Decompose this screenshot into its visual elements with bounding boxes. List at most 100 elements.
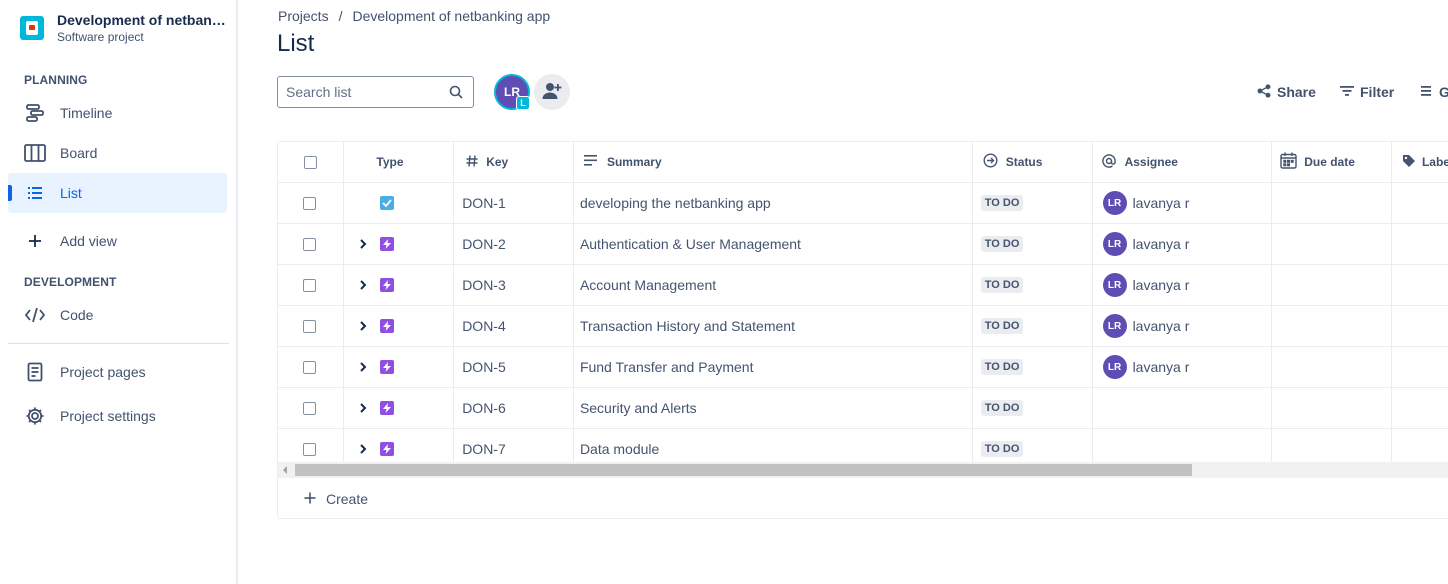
assignee-cell[interactable]: LR lavanya r xyxy=(1092,346,1273,388)
status-cell[interactable]: TO DO xyxy=(972,387,1093,429)
row-checkbox[interactable] xyxy=(303,196,316,210)
due-date-cell[interactable] xyxy=(1271,182,1392,224)
assignee-cell[interactable] xyxy=(1092,387,1273,429)
status-cell[interactable]: TO DO xyxy=(972,305,1093,347)
header-summary[interactable]: Summary xyxy=(573,142,973,183)
row-checkbox[interactable] xyxy=(303,278,316,292)
issue-key[interactable]: DON-6 xyxy=(462,400,506,416)
table-row[interactable]: DON-1 developing the netbanking app TO DO L… xyxy=(278,182,1448,224)
horizontal-scrollbar[interactable] xyxy=(278,462,1448,478)
status-cell[interactable]: TO DO xyxy=(972,223,1093,265)
assignee-cell[interactable]: LR lavanya r xyxy=(1092,305,1273,347)
header-key[interactable]: Key xyxy=(453,142,574,183)
filter-button[interactable]: Filter xyxy=(1340,82,1394,102)
table-row[interactable]: DON-5 Fund Transfer and Payment TO DO LR lav… xyxy=(278,346,1448,388)
expand-chevron-icon[interactable] xyxy=(356,442,370,456)
summary-cell[interactable]: Authentication & User Management xyxy=(573,223,973,265)
assignee-cell[interactable]: LR lavanya r xyxy=(1092,223,1273,265)
table-row[interactable]: DON-4 Transaction History and Statement TO… xyxy=(278,305,1448,347)
labels-cell[interactable] xyxy=(1391,346,1448,388)
issue-key[interactable]: DON-7 xyxy=(462,441,506,457)
due-date-cell[interactable] xyxy=(1271,305,1392,347)
search-icon[interactable] xyxy=(449,85,463,102)
summary-cell[interactable]: Security and Alerts xyxy=(573,387,973,429)
status-badge[interactable]: TO DO xyxy=(980,236,1024,252)
share-button[interactable]: Share xyxy=(1257,82,1316,102)
search-input[interactable] xyxy=(286,84,436,100)
key-cell[interactable]: DON-2 xyxy=(453,223,574,265)
issue-key[interactable]: DON-4 xyxy=(462,318,506,334)
expand-chevron-icon[interactable] xyxy=(356,237,370,251)
create-issue-button[interactable]: Create xyxy=(278,478,1448,518)
status-badge[interactable]: TO DO xyxy=(980,318,1024,334)
labels-cell[interactable] xyxy=(1391,182,1448,224)
issue-summary[interactable]: Account Management xyxy=(580,277,716,293)
summary-cell[interactable]: developing the netbanking app xyxy=(573,182,973,224)
group-button[interactable]: G xyxy=(1421,82,1448,102)
issue-key[interactable]: DON-2 xyxy=(462,236,506,252)
labels-cell[interactable] xyxy=(1391,387,1448,429)
breadcrumb-projects-link[interactable]: Projects xyxy=(278,8,329,24)
expand-chevron-icon[interactable] xyxy=(356,360,370,374)
status-badge[interactable]: TO DO xyxy=(980,359,1024,375)
key-cell[interactable]: DON-6 xyxy=(453,387,574,429)
due-date-cell[interactable] xyxy=(1271,346,1392,388)
due-date-cell[interactable] xyxy=(1271,223,1392,265)
issue-summary[interactable]: Data module xyxy=(580,441,659,457)
issue-summary[interactable]: Fund Transfer and Payment xyxy=(580,359,754,375)
status-badge[interactable]: TO DO xyxy=(980,277,1024,293)
sidebar-item-board[interactable]: Board xyxy=(8,133,227,173)
due-date-cell[interactable] xyxy=(1271,387,1392,429)
header-due-date[interactable]: Due date xyxy=(1271,142,1392,183)
sidebar-item-timeline[interactable]: Timeline xyxy=(8,93,227,133)
issue-key[interactable]: DON-1 xyxy=(462,195,506,211)
table-row[interactable]: DON-2 Authentication & User Management TO … xyxy=(278,223,1448,265)
expand-chevron-icon[interactable] xyxy=(356,278,370,292)
issue-summary[interactable]: Transaction History and Statement xyxy=(580,318,795,334)
row-checkbox[interactable] xyxy=(303,442,316,456)
breadcrumb-project-link[interactable]: Development of netbanking app xyxy=(352,8,550,24)
summary-cell[interactable]: Account Management xyxy=(573,264,973,306)
labels-cell[interactable] xyxy=(1391,223,1448,265)
issue-key[interactable]: DON-5 xyxy=(462,359,506,375)
assignee-cell[interactable]: LR lavanya r xyxy=(1092,264,1273,306)
assignee-cell[interactable]: LR lavanya r xyxy=(1092,182,1273,224)
table-row[interactable]: DON-3 Account Management TO DO LR lavanya r xyxy=(278,264,1448,306)
status-cell[interactable]: TO DO xyxy=(972,182,1093,224)
key-cell[interactable]: DON-4 xyxy=(453,305,574,347)
add-people-button[interactable] xyxy=(534,74,570,110)
expand-chevron-icon[interactable] xyxy=(356,319,370,333)
sidebar-item-project-pages[interactable]: Project pages xyxy=(8,352,227,392)
header-labels[interactable]: Labe xyxy=(1391,142,1448,183)
scrollbar-thumb[interactable] xyxy=(295,464,1192,476)
labels-cell[interactable] xyxy=(1391,264,1448,306)
issue-summary[interactable]: developing the netbanking app xyxy=(580,195,771,211)
status-cell[interactable]: TO DO xyxy=(972,346,1093,388)
table-row[interactable]: DON-6 Security and Alerts TO DO xyxy=(278,387,1448,429)
header-type[interactable]: Type xyxy=(343,142,455,183)
issue-key[interactable]: DON-3 xyxy=(462,277,506,293)
summary-cell[interactable]: Fund Transfer and Payment xyxy=(573,346,973,388)
status-cell[interactable]: TO DO xyxy=(972,264,1093,306)
labels-cell[interactable] xyxy=(1391,305,1448,347)
key-cell[interactable]: DON-3 xyxy=(453,264,574,306)
issue-summary[interactable]: Authentication & User Management xyxy=(580,236,801,252)
due-date-cell[interactable] xyxy=(1271,264,1392,306)
row-checkbox[interactable] xyxy=(303,401,316,415)
sidebar-item-add-view[interactable]: Add view xyxy=(8,221,227,261)
header-assignee[interactable]: Assignee xyxy=(1092,142,1273,183)
status-badge[interactable]: TO DO xyxy=(980,195,1024,211)
status-badge[interactable]: TO DO xyxy=(980,400,1024,416)
sidebar-item-code[interactable]: Code xyxy=(8,295,227,335)
row-checkbox[interactable] xyxy=(303,360,316,374)
issue-summary[interactable]: Security and Alerts xyxy=(580,400,697,416)
expand-chevron-icon[interactable] xyxy=(356,401,370,415)
scroll-left-arrow-icon[interactable] xyxy=(283,466,287,474)
row-checkbox[interactable] xyxy=(303,319,316,333)
summary-cell[interactable]: Transaction History and Statement xyxy=(573,305,973,347)
status-badge[interactable]: TO DO xyxy=(980,441,1024,457)
row-checkbox[interactable] xyxy=(303,237,316,251)
sidebar-item-list[interactable]: List xyxy=(8,173,227,213)
key-cell[interactable]: DON-5 xyxy=(453,346,574,388)
header-status[interactable]: Status xyxy=(972,142,1093,183)
